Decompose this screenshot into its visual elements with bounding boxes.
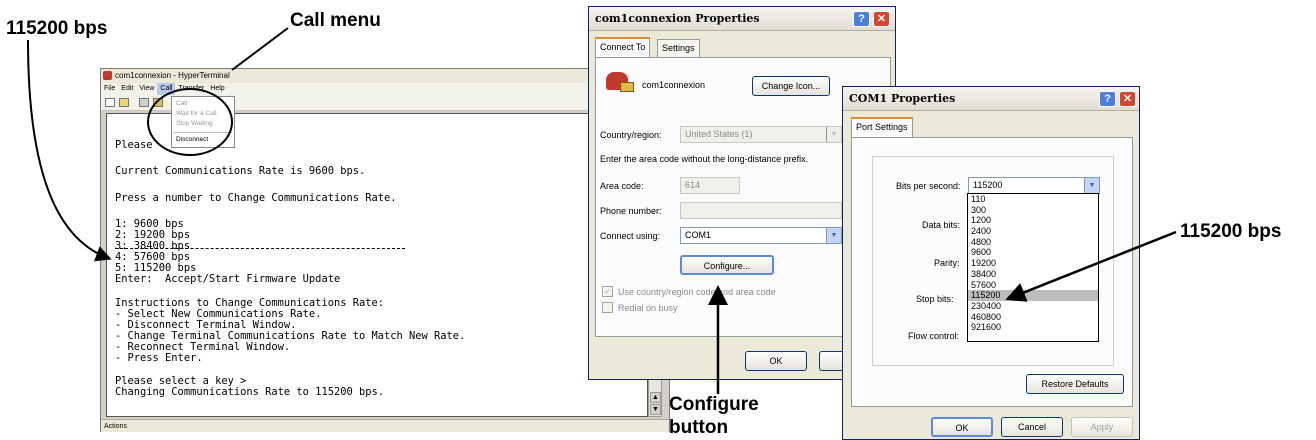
open-icon[interactable] (119, 98, 129, 107)
ok-button[interactable]: OK (931, 417, 993, 437)
tab-connect-to[interactable]: Connect To (595, 37, 651, 57)
chevron-down-icon: ▼ (1084, 178, 1099, 193)
bits-per-second-value: 115200 (973, 180, 1003, 190)
use-country-checkbox[interactable]: ✓ (602, 286, 613, 297)
baud-option[interactable]: 9600 (968, 247, 1098, 258)
baud-option[interactable]: 460800 (968, 312, 1098, 323)
terminal-line: Press a number to Change Communications … (115, 192, 397, 204)
phone-number-label: Phone number: (600, 206, 662, 216)
country-select[interactable]: United States (1) ▼ (680, 126, 842, 143)
help-icon[interactable]: ? (1099, 91, 1116, 107)
callout-115200-right: 115200 bps (1180, 221, 1282, 242)
terminal-line: - Press Enter. (115, 352, 203, 364)
baud-rate-list[interactable]: 110 300 1200 2400 4800 9600 19200 38400 … (967, 193, 1099, 342)
baud-option[interactable]: 19200 (968, 258, 1098, 269)
menu-edit[interactable]: Edit (118, 83, 136, 95)
scroll-up-icon[interactable]: ▲ (650, 392, 661, 403)
arrow-to-115200-terminal (27, 39, 112, 262)
terminal-line: Current Communications Rate is 9600 bps. (115, 165, 366, 177)
redial-label: Redial on busy (618, 303, 678, 313)
baud-option[interactable]: 57600 (968, 280, 1098, 291)
modem-icon (620, 82, 634, 92)
hyperterminal-statusbar: Actions (101, 419, 669, 432)
connect-icon[interactable] (139, 98, 149, 107)
close-icon[interactable]: ✕ (1119, 91, 1136, 107)
baud-option[interactable]: 230400 (968, 301, 1098, 312)
hyperterminal-titlebar[interactable]: com1connexion - HyperTerminal (101, 69, 669, 83)
country-value: United States (1) (685, 129, 753, 139)
tab-settings[interactable]: Settings (657, 39, 700, 57)
configure-button[interactable]: Configure... (680, 255, 774, 275)
connect-using-select[interactable]: COM1 ▼ (680, 227, 842, 244)
baud-option[interactable]: 38400 (968, 269, 1098, 280)
bits-per-second-label: Bits per second: (896, 181, 961, 191)
com1-properties-title[interactable]: COM1 Properties (843, 87, 1139, 111)
callout-configure-line2: button (669, 417, 729, 438)
baud-option[interactable]: 4800 (968, 237, 1098, 248)
data-bits-label: Data bits: (922, 220, 961, 230)
chevron-down-icon: ▼ (826, 228, 841, 243)
baud-option[interactable]: 2400 (968, 226, 1098, 237)
connection-tabs: Connect To Settings (595, 37, 885, 57)
connection-properties-title[interactable]: com1connexion Properties (589, 7, 895, 31)
help-icon[interactable]: ? (853, 11, 870, 27)
menu-view[interactable]: View (136, 83, 157, 95)
callout-configure-line1: Configure (669, 394, 759, 415)
connection-name: com1connexion (642, 80, 706, 90)
baud-option[interactable]: 1200 (968, 215, 1098, 226)
connect-using-label: Connect using: (600, 231, 661, 241)
flow-control-label: Flow control: (908, 331, 960, 341)
callout-call-menu: Call menu (290, 10, 381, 31)
area-code-label: Area code: (600, 181, 644, 191)
ok-button[interactable]: OK (745, 351, 807, 371)
chevron-down-icon: ▼ (826, 127, 841, 142)
menu-file[interactable]: File (101, 83, 118, 95)
stop-bits-label: Stop bits: (916, 294, 954, 304)
com1-tabs: Port Settings (851, 117, 1051, 137)
area-code-field[interactable]: 614 (680, 177, 740, 194)
connect-using-value: COM1 (685, 230, 712, 240)
hyperterminal-app-icon (103, 71, 112, 80)
new-icon[interactable] (105, 98, 115, 107)
terminal-line: Enter: Accept/Start Firmware Update (115, 273, 341, 285)
bits-per-second-select[interactable]: 115200 ▼ (968, 177, 1100, 194)
phone-number-field[interactable] (680, 202, 842, 219)
baud-option[interactable]: 110 (968, 194, 1098, 205)
change-icon-button[interactable]: Change Icon... (752, 76, 830, 96)
parity-label: Parity: (934, 258, 960, 268)
redial-checkbox[interactable] (602, 302, 613, 313)
baud-option-selected[interactable]: 115200 (968, 290, 1098, 301)
close-icon[interactable]: ✕ (873, 11, 890, 27)
baud-option[interactable]: 300 (968, 205, 1098, 216)
terminal-screen[interactable]: Please ?> Current Communications Rate is… (106, 113, 648, 417)
terminal-line: Changing Communications Rate to 115200 b… (115, 386, 384, 398)
apply-button[interactable]: Apply (1071, 417, 1133, 437)
area-code-hint: Enter the area code without the long-dis… (600, 154, 809, 164)
country-label: Country/region: (600, 130, 662, 140)
callout-115200-left: 115200 bps (6, 18, 108, 39)
baud-option[interactable]: 921600 (968, 322, 1098, 333)
tab-port-settings[interactable]: Port Settings (851, 117, 913, 137)
use-country-label: Use country/region code and area code (618, 287, 776, 297)
arrow-to-call-menu (231, 27, 289, 71)
scroll-down-icon[interactable]: ▼ (650, 404, 661, 415)
hyperterminal-title: com1connexion - HyperTerminal (115, 71, 230, 80)
restore-defaults-button[interactable]: Restore Defaults (1026, 374, 1124, 394)
cancel-button[interactable]: Cancel (1001, 417, 1063, 437)
call-menu-highlight-circle (147, 88, 233, 156)
